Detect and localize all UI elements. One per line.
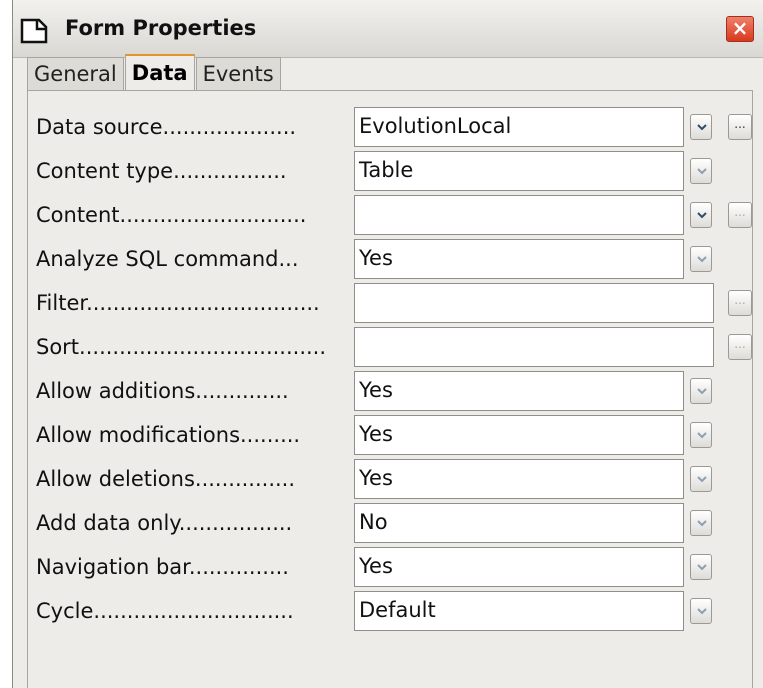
row-data-source: Data source.................... Evolutio…: [28, 107, 754, 147]
tab-data[interactable]: Data: [124, 54, 195, 91]
cycle-combo[interactable]: Default: [354, 591, 684, 631]
chevron-down-icon: [697, 520, 707, 527]
content-type-combo[interactable]: Table: [354, 151, 684, 191]
allow-deletions-dropdown-button[interactable]: [690, 466, 712, 492]
add-data-only-dropdown-button[interactable]: [690, 510, 712, 536]
row-allow-deletions: Allow deletions............... Yes: [28, 459, 754, 499]
allow-additions-label: Allow additions..............: [36, 379, 289, 403]
data-source-browse-button[interactable]: ...: [728, 114, 752, 140]
data-source-label: Data source....................: [36, 115, 297, 139]
row-sort: Sort....................................…: [28, 327, 754, 367]
content-label: Content............................: [36, 203, 307, 227]
content-type-label: Content type.................: [36, 159, 287, 183]
tab-bar: General Data Events: [27, 54, 282, 91]
form-properties-dialog: Form Properties × General Data Events Da…: [12, 0, 763, 688]
add-data-only-combo[interactable]: No: [354, 503, 684, 543]
filter-input[interactable]: [354, 283, 714, 323]
analyze-sql-label: Analyze SQL command...: [36, 247, 299, 271]
data-source-dropdown-button[interactable]: [690, 114, 712, 140]
cycle-label: Cycle..............................: [36, 599, 294, 623]
allow-deletions-label: Allow deletions...............: [36, 467, 296, 491]
title-bar[interactable]: Form Properties ×: [13, 0, 763, 58]
allow-modifications-dropdown-button[interactable]: [690, 422, 712, 448]
window-title: Form Properties: [65, 16, 257, 40]
row-filter: Filter..................................…: [28, 283, 754, 323]
content-combo[interactable]: [354, 195, 684, 235]
chevron-down-icon: [697, 212, 707, 219]
navigation-bar-dropdown-button[interactable]: [690, 554, 712, 580]
row-content: Content............................ ...: [28, 195, 754, 235]
row-content-type: Content type................. Table: [28, 151, 754, 191]
allow-deletions-combo[interactable]: Yes: [354, 459, 684, 499]
allow-modifications-combo[interactable]: Yes: [354, 415, 684, 455]
row-analyze-sql: Analyze SQL command... Yes: [28, 239, 754, 279]
content-browse-button[interactable]: ...: [728, 202, 752, 228]
row-navigation-bar: Navigation bar............... Yes: [28, 547, 754, 587]
data-source-combo[interactable]: EvolutionLocal: [354, 107, 684, 147]
tab-general[interactable]: General: [27, 57, 124, 90]
sort-browse-button[interactable]: ...: [728, 334, 752, 360]
close-button[interactable]: ×: [726, 16, 754, 42]
chevron-down-icon: [697, 124, 707, 131]
row-allow-modifications: Allow modifications......... Yes: [28, 415, 754, 455]
row-cycle: Cycle.............................. Defa…: [28, 591, 754, 631]
navigation-bar-label: Navigation bar...............: [36, 555, 289, 579]
filter-label: Filter..................................…: [36, 291, 320, 315]
chevron-down-icon: [697, 388, 707, 395]
document-icon: [20, 18, 48, 44]
content-type-dropdown-button[interactable]: [690, 158, 712, 184]
allow-additions-dropdown-button[interactable]: [690, 378, 712, 404]
analyze-sql-combo[interactable]: Yes: [354, 239, 684, 279]
chevron-down-icon: [697, 256, 707, 263]
chevron-down-icon: [697, 476, 707, 483]
row-allow-additions: Allow additions.............. Yes: [28, 371, 754, 411]
navigation-bar-combo[interactable]: Yes: [354, 547, 684, 587]
content-dropdown-button[interactable]: [690, 202, 712, 228]
sort-label: Sort....................................…: [36, 335, 327, 359]
analyze-sql-dropdown-button[interactable]: [690, 246, 712, 272]
sort-input[interactable]: [354, 327, 714, 367]
tab-events[interactable]: Events: [195, 57, 281, 90]
chevron-down-icon: [697, 168, 707, 175]
filter-browse-button[interactable]: ...: [728, 290, 752, 316]
add-data-only-label: Add data only.................: [36, 511, 293, 535]
allow-additions-combo[interactable]: Yes: [354, 371, 684, 411]
chevron-down-icon: [697, 432, 707, 439]
data-tab-panel: Data source.................... Evolutio…: [27, 90, 753, 688]
chevron-down-icon: [697, 608, 707, 615]
row-add-data-only: Add data only................. No: [28, 503, 754, 543]
chevron-down-icon: [697, 564, 707, 571]
cycle-dropdown-button[interactable]: [690, 598, 712, 624]
allow-modifications-label: Allow modifications.........: [36, 423, 301, 447]
